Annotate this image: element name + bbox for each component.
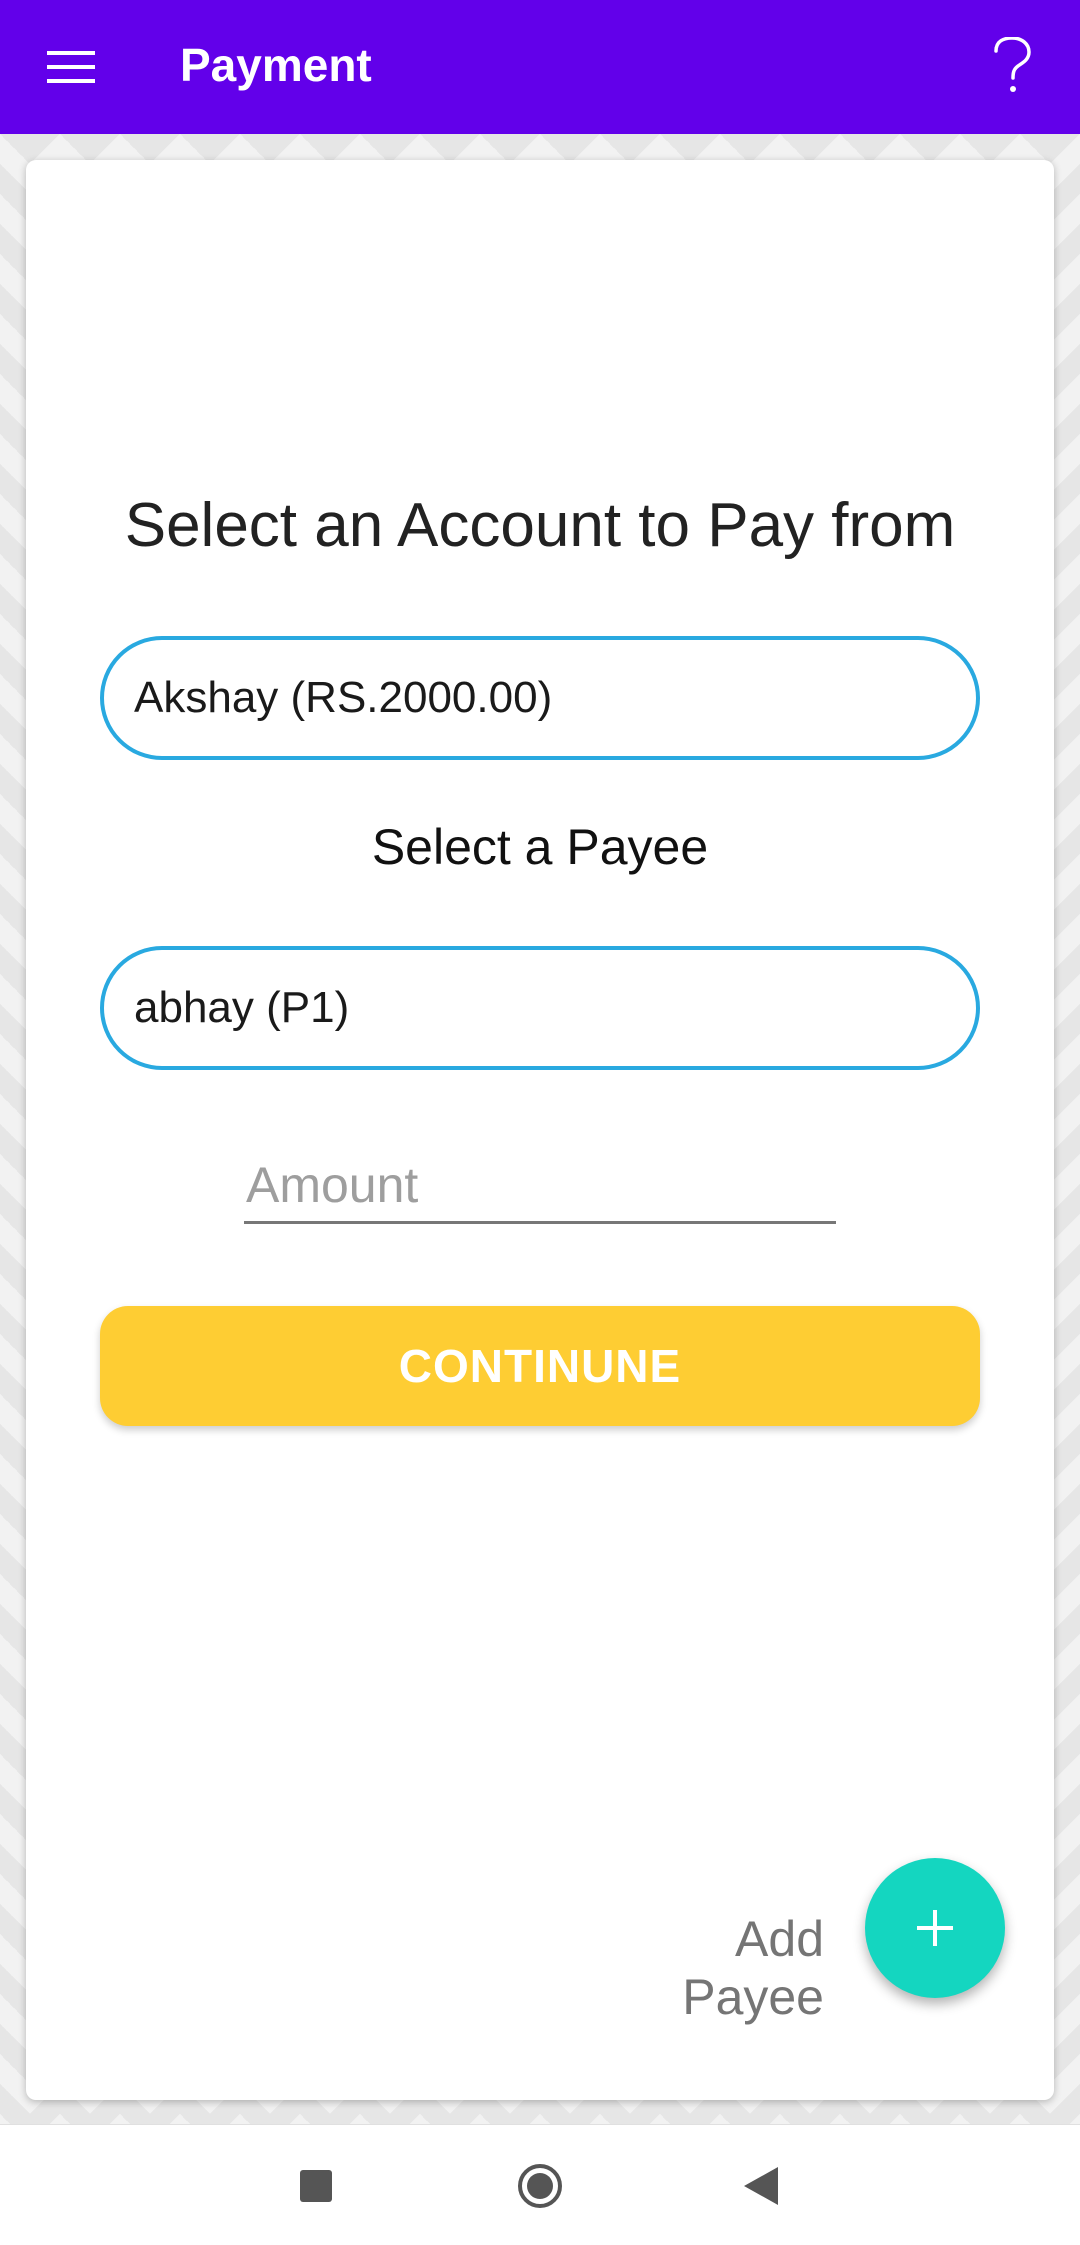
square-recents-icon[interactable] <box>285 2155 347 2217</box>
app-bar: Payment <box>0 0 1080 134</box>
circle-home-icon[interactable] <box>509 2155 571 2217</box>
add-payee-button[interactable] <box>865 1858 1005 1998</box>
payee-select-heading: Select a Payee <box>371 819 709 875</box>
page-title: Payment <box>180 39 372 91</box>
account-select-value: Akshay (RS.2000.00) <box>134 673 553 722</box>
account-select[interactable]: Akshay (RS.2000.00) <box>100 636 980 760</box>
payee-select[interactable]: abhay (P1) <box>100 946 980 1070</box>
payee-select-value: abhay (P1) <box>134 983 350 1032</box>
triangle-back-icon[interactable] <box>730 2155 792 2217</box>
payment-card <box>26 160 1054 2100</box>
question-mark-icon[interactable] <box>974 22 1050 110</box>
continue-button[interactable]: CONTINUNE <box>100 1306 980 1426</box>
hamburger-menu-icon[interactable] <box>30 30 112 104</box>
plus-icon <box>917 1910 953 1946</box>
amount-input[interactable] <box>244 1148 836 1224</box>
add-payee-label[interactable]: Add Payee <box>580 1910 824 2026</box>
account-select-heading: Select an Account to Pay from <box>124 491 956 560</box>
system-nav-bar <box>0 2124 1080 2245</box>
